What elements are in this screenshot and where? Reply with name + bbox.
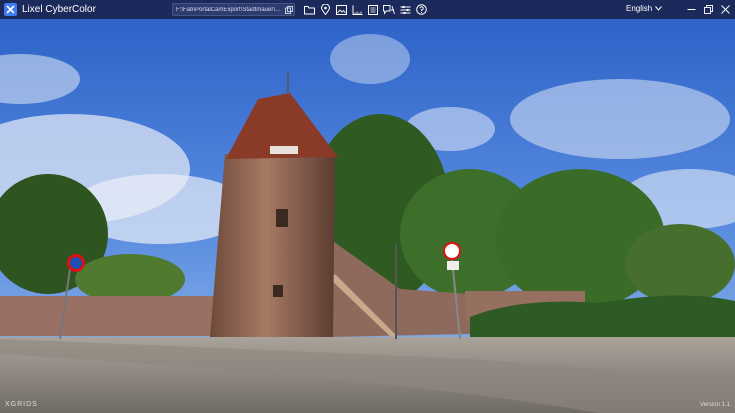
panorama-viewport[interactable]: XGRIDS Version 1.1 [0,19,735,413]
chevron-down-icon [655,6,663,11]
minimize-icon[interactable] [684,2,699,17]
version-label: Version 1.1 [699,402,730,408]
measure-icon[interactable] [350,2,364,17]
image-icon[interactable] [334,2,348,17]
window-controls [684,2,733,17]
language-label: English [626,4,653,13]
list-icon[interactable] [366,2,380,17]
location-pin-icon[interactable] [318,2,332,17]
file-path-box[interactable]: F:\Fab\PortalCamExport\Stadtmauer\LCC [172,3,295,16]
close-icon[interactable] [718,2,733,17]
file-path-text: F:\Fab\PortalCamExport\Stadtmauer\LCC [176,6,283,13]
folder-icon[interactable] [302,2,316,17]
xgrids-watermark: XGRIDS [5,401,38,408]
toolbar [302,2,428,17]
panorama-image [0,19,735,413]
copy-path-icon[interactable] [283,4,294,15]
sliders-icon[interactable] [398,2,412,17]
annotation-icon[interactable] [382,2,396,17]
help-icon[interactable] [414,2,428,17]
restore-icon[interactable] [701,2,716,17]
title-bar: Lixel CyberColor F:\Fab\PortalCamExport\… [0,0,735,19]
app-title: Lixel CyberColor [22,4,96,15]
app-logo-icon [4,3,17,16]
language-select[interactable]: English [626,4,663,13]
